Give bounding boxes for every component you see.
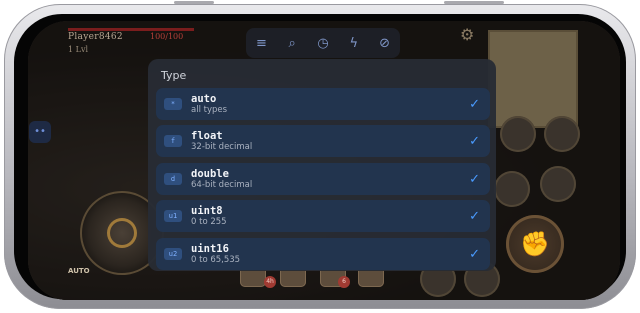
history-icon[interactable]: ◷ [313,36,333,51]
auto-label[interactable]: AUTO [68,267,90,275]
option-name: uint8 [191,204,223,217]
checkmark-icon: ✓ [469,208,480,224]
option-description: 0 to 65,535 [191,254,241,265]
phone-frame: Player8462 100/100 1 Lvl •• AUTO ✊ ⚙ 4h … [4,1,636,309]
checkmark-icon: ✓ [469,246,480,262]
option-double[interactable]: d double 64-bit decimal ✓ [156,163,490,195]
checkmark-icon: ✓ [469,133,480,149]
option-name: float [191,129,223,142]
count-badge: 6 [338,276,350,288]
type-badge: u2 [164,248,182,260]
level-label: 1 Lvl [68,45,89,54]
menu-icon[interactable]: ≡ [251,36,271,51]
option-name: uint16 [191,242,229,255]
shield-icon[interactable] [540,166,576,202]
type-picker-sheet: Type * auto all types ✓ f float 32-bit d… [148,59,496,271]
option-auto[interactable]: * auto all types ✓ [156,88,490,120]
type-badge: d [164,173,182,185]
top-toolbar: ≡ ⌕ ◷ ϟ ⊘ [246,28,400,58]
checkmark-icon: ✓ [469,171,480,187]
option-name: double [191,167,229,180]
minimap[interactable] [488,30,578,128]
option-uint16[interactable]: u2 uint16 0 to 65,535 ✓ [156,238,490,270]
screen: Player8462 100/100 1 Lvl •• AUTO ✊ ⚙ 4h … [28,21,620,300]
option-description: 0 to 255 [191,216,227,227]
hp-bar [68,28,194,31]
hp-text: 100/100 [150,32,184,41]
option-description: all types [191,104,228,115]
bolt-icon[interactable]: ϟ [344,36,364,51]
type-badge: f [164,135,182,147]
option-description: 32-bit decimal [191,141,253,152]
option-uint8[interactable]: u1 uint8 0 to 255 ✓ [156,200,490,232]
gear-icon[interactable]: ⚙ [460,25,474,44]
lock-icon[interactable] [494,171,530,207]
option-float[interactable]: f float 32-bit decimal ✓ [156,125,490,157]
count-badge: 4h [264,276,276,288]
compass-icon[interactable]: ⊘ [375,36,395,51]
sidebar-toggle-icon[interactable]: •• [29,121,51,143]
search-icon[interactable]: ⌕ [282,36,302,51]
option-description: 64-bit decimal [191,179,253,190]
type-badge: * [164,98,182,110]
power-button [444,1,504,4]
castle-icon[interactable] [500,116,536,152]
sheet-title: Type [161,69,187,82]
player-name: Player8462 [68,32,123,42]
volume-button [174,1,214,4]
option-name: auto [191,92,217,105]
checkmark-icon: ✓ [469,96,480,112]
knight-icon[interactable] [544,116,580,152]
type-badge: u1 [164,210,182,222]
attack-fist-icon[interactable]: ✊ [506,215,564,273]
